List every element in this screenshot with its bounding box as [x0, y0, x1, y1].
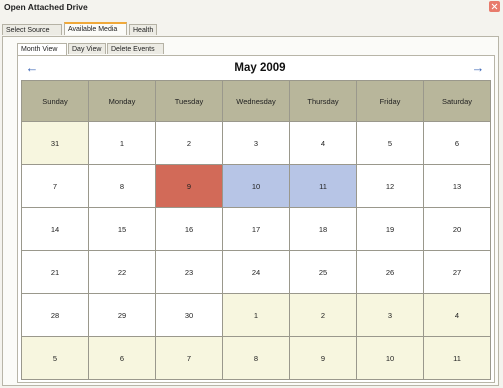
week-row: 5 6 7 8 9 10 11: [21, 336, 491, 380]
window-title: Open Attached Drive: [4, 2, 88, 12]
day-cell[interactable]: 1: [222, 293, 290, 337]
month-calendar-grid: Sunday Monday Tuesday Wednesday Thursday…: [21, 80, 491, 380]
week-row: 7 8 9 10 11 12 13: [21, 164, 491, 208]
day-cell[interactable]: 7: [21, 164, 89, 208]
day-cell[interactable]: 26: [356, 250, 424, 294]
day-cell[interactable]: 8: [222, 336, 290, 380]
day-cell[interactable]: 13: [423, 164, 491, 208]
day-cell[interactable]: 4: [423, 293, 491, 337]
weekday-thursday: Thursday: [289, 80, 357, 122]
day-cell[interactable]: 29: [88, 293, 156, 337]
close-icon[interactable]: [489, 1, 500, 12]
day-cell[interactable]: 3: [356, 293, 424, 337]
day-cell[interactable]: 12: [356, 164, 424, 208]
day-cell[interactable]: 14: [21, 207, 89, 251]
weekday-friday: Friday: [356, 80, 424, 122]
day-cell[interactable]: 6: [88, 336, 156, 380]
day-cell[interactable]: 5: [356, 121, 424, 165]
tab-select-source[interactable]: Select Source: [2, 24, 62, 35]
day-cell[interactable]: 18: [289, 207, 357, 251]
tab-delete-events[interactable]: Delete Events: [107, 43, 164, 54]
day-cell[interactable]: 11: [423, 336, 491, 380]
day-cell[interactable]: 9: [155, 164, 223, 208]
day-cell[interactable]: 25: [289, 250, 357, 294]
app-window: Open Attached Drive Select Source Availa…: [0, 0, 503, 388]
weekday-saturday: Saturday: [423, 80, 491, 122]
week-row: 21 22 23 24 25 26 27: [21, 250, 491, 294]
weekday-wednesday: Wednesday: [222, 80, 290, 122]
day-cell[interactable]: 21: [21, 250, 89, 294]
day-cell[interactable]: 5: [21, 336, 89, 380]
tab-day-view[interactable]: Day View: [68, 43, 106, 54]
weekday-header-row: Sunday Monday Tuesday Wednesday Thursday…: [21, 80, 491, 122]
day-cell[interactable]: 24: [222, 250, 290, 294]
left-arrow-icon[interactable]: ←: [25, 61, 39, 74]
tab-month-view[interactable]: Month View: [17, 43, 67, 55]
day-cell[interactable]: 16: [155, 207, 223, 251]
weekday-tuesday: Tuesday: [155, 80, 223, 122]
day-cell[interactable]: 23: [155, 250, 223, 294]
week-row: 14 15 16 17 18 19 20: [21, 207, 491, 251]
day-cell[interactable]: 15: [88, 207, 156, 251]
week-row: 28 29 30 1 2 3 4: [21, 293, 491, 337]
tab-available-media[interactable]: Available Media: [64, 22, 127, 35]
day-cell[interactable]: 2: [155, 121, 223, 165]
day-cell[interactable]: 31: [21, 121, 89, 165]
day-cell[interactable]: 6: [423, 121, 491, 165]
day-cell[interactable]: 7: [155, 336, 223, 380]
day-cell[interactable]: 19: [356, 207, 424, 251]
calendar-weeks: 31 1 2 3 4 5 6 7 8 9 10 11 12 13 14 15 16 17 18 19 20 21 22 23 2…: [21, 121, 491, 380]
day-cell[interactable]: 22: [88, 250, 156, 294]
day-cell[interactable]: 2: [289, 293, 357, 337]
day-cell[interactable]: 10: [222, 164, 290, 208]
weekday-sunday: Sunday: [21, 80, 89, 122]
day-cell[interactable]: 20: [423, 207, 491, 251]
title-bar: Open Attached Drive: [0, 0, 503, 14]
weekday-monday: Monday: [88, 80, 156, 122]
day-cell[interactable]: 30: [155, 293, 223, 337]
day-cell[interactable]: 4: [289, 121, 357, 165]
day-cell[interactable]: 27: [423, 250, 491, 294]
day-cell[interactable]: 17: [222, 207, 290, 251]
day-cell[interactable]: 3: [222, 121, 290, 165]
right-arrow-icon[interactable]: →: [471, 61, 485, 74]
day-cell[interactable]: 8: [88, 164, 156, 208]
day-cell[interactable]: 11: [289, 164, 357, 208]
month-title: May 2009: [234, 62, 286, 74]
day-cell[interactable]: 1: [88, 121, 156, 165]
week-row: 31 1 2 3 4 5 6: [21, 121, 491, 165]
day-cell[interactable]: 28: [21, 293, 89, 337]
day-cell[interactable]: 9: [289, 336, 357, 380]
day-cell[interactable]: 10: [356, 336, 424, 380]
tab-health[interactable]: Health: [129, 24, 157, 35]
